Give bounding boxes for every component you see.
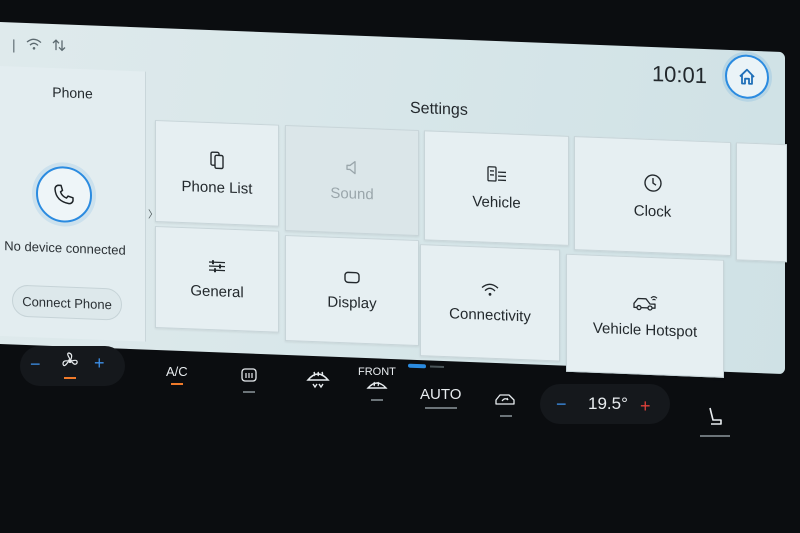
- tile-label: Vehicle: [472, 192, 521, 212]
- phone-panel-title: Phone: [52, 84, 93, 102]
- phone-icon: [54, 184, 74, 205]
- device-status-text: No device connected: [4, 238, 126, 258]
- ac-indicator: [170, 383, 183, 385]
- front-defrost-indicator: [370, 399, 383, 401]
- status-icons: |: [12, 36, 66, 55]
- clock-icon: [643, 173, 662, 192]
- phone-list-icon: [210, 150, 224, 169]
- recirculation-icon: [241, 368, 257, 382]
- tile-phone-list[interactable]: Phone List: [155, 119, 279, 227]
- home-button[interactable]: [725, 53, 769, 100]
- fan-decrease-button[interactable]: −: [30, 354, 41, 375]
- heated-seat-button[interactable]: [700, 406, 730, 437]
- ac-label: A/C: [166, 364, 188, 379]
- fan-indicator: [64, 377, 76, 379]
- tile-label: Vehicle Hotspot: [592, 319, 698, 341]
- air-recirculation-indicator: [500, 415, 512, 417]
- phone-call-button[interactable]: [36, 165, 92, 224]
- divider-icon: |: [12, 36, 16, 53]
- tile-display[interactable]: Display: [285, 234, 419, 347]
- auto-button[interactable]: AUTO: [420, 386, 461, 409]
- max-defrost-button[interactable]: [305, 366, 331, 393]
- tile-label: General: [190, 281, 244, 301]
- wifi-status-icon: [26, 37, 42, 55]
- recirculation-indicator: [243, 391, 255, 393]
- fan-increase-button[interactable]: +: [94, 353, 105, 374]
- ac-button[interactable]: A/C: [166, 364, 188, 385]
- tile-vehicle[interactable]: Vehicle: [424, 130, 569, 246]
- home-icon: [739, 68, 755, 85]
- front-defrost-button[interactable]: FRONT: [358, 366, 396, 401]
- sliders-icon: [209, 259, 225, 272]
- recirculation-button[interactable]: [240, 368, 258, 393]
- connect-phone-button[interactable]: Connect Phone: [12, 284, 122, 321]
- settings-title: Settings: [410, 99, 468, 119]
- climate-control-bar: − + A/C FRONT AUTO − 19.5° +: [0, 340, 800, 460]
- tile-sound[interactable]: Sound: [285, 124, 419, 237]
- seat-icon: [709, 407, 722, 425]
- heated-seat-indicator: [700, 435, 730, 437]
- fan-icon: [60, 352, 80, 379]
- temp-increase-button[interactable]: +: [640, 396, 651, 417]
- tile-general[interactable]: General: [155, 225, 279, 333]
- tile-clock[interactable]: Clock: [574, 136, 731, 257]
- speaker-icon: [346, 160, 356, 174]
- data-transfer-icon: [52, 38, 66, 56]
- tile-label: Phone List: [181, 177, 253, 198]
- max-defrost-icon: [306, 371, 330, 389]
- phone-panel: Phone No device connected Connect Phone: [0, 66, 146, 342]
- temp-decrease-button[interactable]: −: [556, 394, 567, 415]
- tile-label: Sound: [330, 184, 374, 203]
- auto-label: AUTO: [420, 386, 462, 403]
- tile-label: Connectivity: [449, 304, 531, 325]
- tile-label: Display: [327, 293, 377, 312]
- car-recirculation-icon: [495, 394, 515, 405]
- status-clock: 10:01: [651, 61, 707, 89]
- temperature-value: 19.5°: [588, 394, 628, 413]
- front-label: FRONT: [358, 366, 396, 378]
- wifi-icon: [481, 283, 499, 296]
- vehicle-settings-icon: [486, 165, 506, 182]
- auto-indicator: [424, 407, 457, 409]
- air-recirculation-button[interactable]: [494, 392, 518, 417]
- car-wifi-icon: [633, 295, 658, 311]
- infotainment-screen: | 10:01 Phone No device connected Connec…: [0, 22, 787, 378]
- tile-label: Clock: [633, 201, 672, 221]
- tile-next-partial[interactable]: [736, 142, 787, 263]
- front-defrost-icon: [366, 381, 388, 389]
- display-icon: [344, 271, 360, 283]
